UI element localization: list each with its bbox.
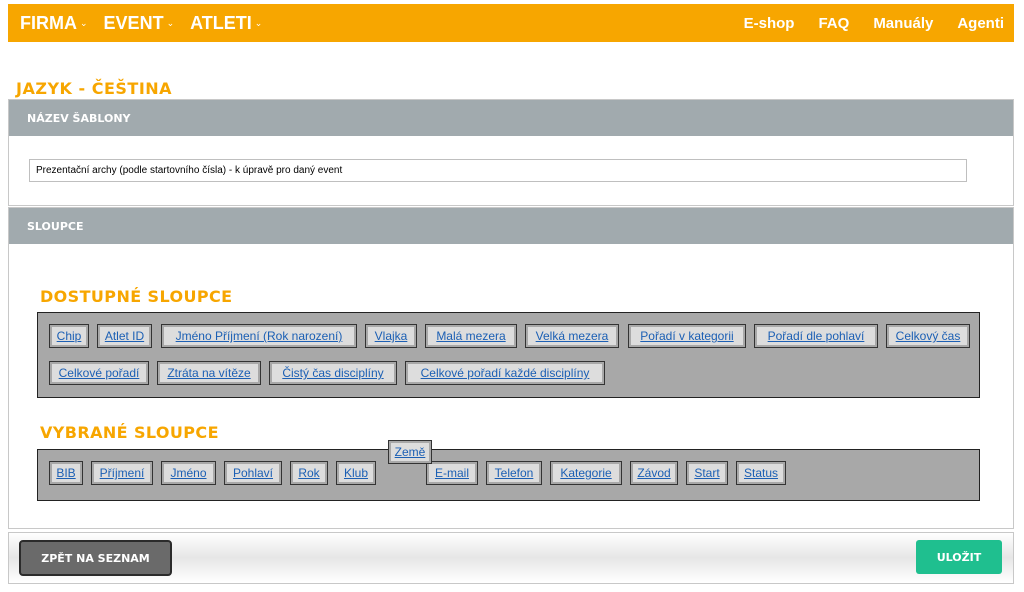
link-eshop[interactable]: E-shop (744, 15, 795, 32)
available-column-chip[interactable]: Celkové pořadí (49, 361, 149, 385)
chevron-down-icon: ⌄ (166, 17, 175, 28)
menu-atleti-label: ATLETI (190, 12, 252, 33)
top-navigation-bar: FIRMA ⌄ EVENT ⌄ ATLETI ⌄ E-shop FAQ Manu… (8, 4, 1014, 42)
form-footer: ZPĚT NA SEZNAM ULOŽIT (8, 532, 1014, 584)
back-to-list-button[interactable]: ZPĚT NA SEZNAM (19, 540, 172, 576)
available-columns-title: DOSTUPNÉ SLOUPCE (40, 287, 233, 306)
menu-atleti[interactable]: ATLETI ⌄ (190, 13, 262, 34)
available-column-chip[interactable]: Jméno Příjmení (Rok narození) (161, 324, 357, 348)
link-agenti[interactable]: Agenti (957, 15, 1004, 32)
selected-columns-box[interactable]: BIB Příjmení Jméno Pohlaví Rok Klub E-ma… (37, 449, 980, 501)
available-column-chip[interactable]: Celkové pořadí každé disciplíny (405, 361, 605, 385)
selected-column-chip[interactable]: E-mail (426, 461, 478, 485)
available-column-chip[interactable]: Vlajka (365, 324, 417, 348)
selected-column-chip[interactable]: Jméno (161, 461, 216, 485)
selected-column-chip[interactable]: Závod (630, 461, 678, 485)
available-column-chip[interactable]: Ztráta na vítěze (157, 361, 261, 385)
available-column-chip[interactable]: Chip (49, 324, 89, 348)
available-column-chip[interactable]: Celkový čas (886, 324, 970, 348)
primary-menu: FIRMA ⌄ EVENT ⌄ ATLETI ⌄ (8, 13, 278, 34)
secondary-menu: E-shop FAQ Manuály Agenti (720, 15, 1014, 32)
selected-column-chip[interactable]: Rok (290, 461, 328, 485)
template-name-input[interactable] (29, 159, 967, 182)
page-title: JAZYK - ČEŠTINA (16, 79, 173, 98)
available-column-chip[interactable]: Pořadí v kategorii (628, 324, 746, 348)
selected-column-chip[interactable]: BIB (49, 461, 83, 485)
selected-columns-title: VYBRANÉ SLOUPCE (40, 423, 219, 442)
selected-column-chip[interactable]: Klub (336, 461, 376, 485)
chevron-down-icon: ⌄ (80, 17, 88, 28)
selected-column-chip[interactable]: Pohlaví (224, 461, 282, 485)
selected-column-chip[interactable]: Příjmení (91, 461, 153, 485)
selected-column-chip[interactable]: Telefon (486, 461, 542, 485)
template-name-header: NÁZEV ŠABLONY (9, 100, 1013, 136)
menu-firma-label: FIRMA (20, 12, 77, 33)
dragging-column-chip[interactable]: Země (388, 440, 432, 464)
save-button[interactable]: ULOŽIT (916, 540, 1002, 574)
selected-column-chip[interactable]: Kategorie (550, 461, 622, 485)
available-column-chip[interactable]: Atlet ID (97, 324, 152, 348)
menu-event[interactable]: EVENT ⌄ (104, 13, 175, 34)
columns-header: SLOUPCE (9, 208, 1013, 244)
available-columns-box[interactable]: Chip Atlet ID Jméno Příjmení (Rok naroze… (37, 312, 980, 398)
available-column-chip[interactable]: Pořadí dle pohlaví (754, 324, 878, 348)
template-name-panel: NÁZEV ŠABLONY (8, 99, 1014, 206)
columns-panel: SLOUPCE DOSTUPNÉ SLOUPCE Chip Atlet ID J… (8, 207, 1014, 529)
link-manualy[interactable]: Manuály (873, 15, 933, 32)
available-column-chip[interactable]: Velká mezera (525, 324, 619, 348)
menu-firma[interactable]: FIRMA ⌄ (20, 13, 88, 34)
link-faq[interactable]: FAQ (818, 15, 849, 32)
chevron-down-icon: ⌄ (254, 17, 263, 28)
available-column-chip[interactable]: Čistý čas disciplíny (269, 361, 397, 385)
selected-column-chip[interactable]: Status (736, 461, 786, 485)
available-column-chip[interactable]: Malá mezera (425, 324, 517, 348)
selected-column-chip[interactable]: Start (686, 461, 728, 485)
menu-event-label: EVENT (103, 12, 164, 33)
